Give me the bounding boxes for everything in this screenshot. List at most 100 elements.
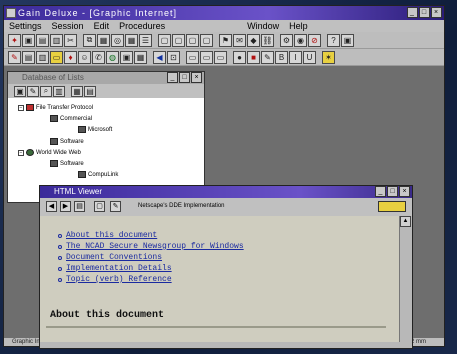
tag-icon[interactable]: ◆ — [247, 33, 260, 47]
window-1-icon[interactable]: ▭ — [186, 50, 199, 64]
menu-settings[interactable]: Settings — [4, 20, 47, 32]
gray-tool-1-icon[interactable]: ▢ — [158, 33, 171, 47]
menu-window[interactable]: Window — [242, 20, 284, 32]
gopher-icon[interactable]: ◍ — [106, 50, 119, 64]
tree-close-button[interactable]: × — [191, 72, 202, 83]
link-reference[interactable]: Topic (verb) Reference — [58, 274, 244, 285]
mail-icon[interactable]: ✉ — [233, 33, 246, 47]
copy-icon[interactable]: ⧉ — [83, 33, 96, 47]
grid-icon[interactable]: ▦ — [134, 50, 147, 64]
link-text[interactable]: Implementation Details — [66, 264, 172, 273]
viewer-maximize-button[interactable]: □ — [387, 186, 398, 197]
scroll-up-icon[interactable]: ▲ — [400, 216, 411, 227]
tree-node-software-ftp[interactable]: Software — [50, 138, 84, 145]
underline-icon[interactable]: U — [303, 50, 316, 64]
forward-icon[interactable]: ▶ — [60, 201, 71, 212]
menu-session[interactable]: Session — [47, 20, 89, 32]
bold-icon[interactable]: B — [275, 50, 288, 64]
maximize-button[interactable]: □ — [419, 7, 430, 18]
document-icon[interactable]: ▥ — [36, 50, 49, 64]
tree-minimize-button[interactable]: _ — [167, 72, 178, 83]
window-2-icon[interactable]: ▭ — [200, 50, 213, 64]
save-icon[interactable]: ▤ — [36, 33, 49, 47]
link-text[interactable]: The NCAD Secure Newsgroup for Windows — [66, 242, 244, 251]
menu-edit[interactable]: Edit — [89, 20, 115, 32]
connect-icon[interactable]: ✦ — [8, 33, 21, 47]
globe-icon[interactable]: ◉ — [294, 33, 307, 47]
vertical-scrollbar[interactable]: ▲ — [399, 216, 412, 342]
close-button[interactable]: × — [431, 7, 442, 18]
gear-icon[interactable]: ⚙ — [280, 33, 293, 47]
gray-tool-4-icon[interactable]: ▢ — [200, 33, 213, 47]
gray-tool-2-icon[interactable]: ▢ — [172, 33, 185, 47]
open-icon[interactable]: ▣ — [22, 33, 35, 47]
folder-icon[interactable]: ▭ — [50, 50, 63, 64]
edit-icon[interactable]: ✎ — [110, 201, 121, 212]
news-icon[interactable]: ▤ — [22, 50, 35, 64]
collapse-icon[interactable]: − — [18, 104, 24, 111]
stop-icon[interactable]: ⊘ — [308, 33, 321, 47]
tree-node-software-www[interactable]: Software — [50, 160, 84, 167]
bookmark-icon[interactable]: ♦ — [64, 50, 77, 64]
minimize-button[interactable]: _ — [407, 7, 418, 18]
tree-maximize-button[interactable]: □ — [179, 72, 190, 83]
capture-icon[interactable]: ⊡ — [167, 50, 180, 64]
tree-node-label: File Transfer Protocol — [36, 104, 94, 111]
back-arrow-icon[interactable]: ◀ — [153, 50, 166, 64]
viewer-minimize-button[interactable]: _ — [375, 186, 386, 197]
tree-edit-icon[interactable]: ✎ — [27, 85, 39, 97]
tree-expand-icon[interactable]: ▦ — [71, 85, 83, 97]
tree-new-icon[interactable]: ▣ — [14, 85, 26, 97]
italic-icon[interactable]: I — [289, 50, 302, 64]
highlight-button[interactable] — [378, 201, 406, 212]
tree-node-compulink[interactable]: CompuLink — [78, 171, 118, 178]
chat-icon[interactable]: ✆ — [92, 50, 105, 64]
menu-procedures[interactable]: Procedures — [114, 20, 170, 32]
user-icon[interactable]: ☺ — [78, 50, 91, 64]
record-icon[interactable]: ● — [233, 50, 246, 64]
tree-collapse-icon[interactable]: ▤ — [84, 85, 96, 97]
print-icon[interactable]: ▥ — [50, 33, 63, 47]
menu-help[interactable]: Help — [284, 20, 313, 32]
table-icon[interactable]: ▦ — [125, 33, 138, 47]
paste-icon[interactable]: ▦ — [97, 33, 110, 47]
dde-label: Netscape's DDE Implementation — [138, 203, 225, 209]
list-icon[interactable]: ☰ — [139, 33, 152, 47]
flag-icon[interactable]: ⚑ — [219, 33, 232, 47]
ftp-node-icon — [26, 104, 34, 111]
tree-node-label: Software — [60, 160, 84, 167]
context-help-icon[interactable]: ▣ — [341, 33, 354, 47]
link-text[interactable]: About this document — [66, 231, 157, 240]
viewer-close-button[interactable]: × — [399, 186, 410, 197]
link-newsgroup[interactable]: The NCAD Secure Newsgroup for Windows — [58, 241, 244, 252]
help-icon[interactable]: ? — [327, 33, 340, 47]
mark-icon[interactable]: ■ — [247, 50, 260, 64]
link-text[interactable]: Document Conventions — [66, 253, 162, 262]
tree-search-icon[interactable]: ⌕ — [40, 85, 52, 97]
telnet-icon[interactable]: ▣ — [120, 50, 133, 64]
ftp-icon[interactable]: ✎ — [8, 50, 21, 64]
tree-node-microsoft[interactable]: Microsoft — [78, 126, 112, 133]
tree-node-commercial[interactable]: Commercial — [50, 115, 92, 122]
tree-node-label: Microsoft — [88, 126, 113, 133]
window-3-icon[interactable]: ▭ — [214, 50, 227, 64]
page-icon[interactable]: ▢ — [94, 201, 105, 212]
pen-icon[interactable]: ✎ — [261, 50, 274, 64]
tree-delete-icon[interactable]: ▥ — [53, 85, 65, 97]
link-about[interactable]: About this document — [58, 230, 244, 241]
tree-node-ftp[interactable]: − File Transfer Protocol — [18, 104, 93, 111]
gray-tool-3-icon[interactable]: ▢ — [186, 33, 199, 47]
cut-icon[interactable]: ✂ — [64, 33, 77, 47]
reload-icon[interactable]: ▤ — [74, 201, 85, 212]
sparkle-icon[interactable]: ✶ — [322, 50, 335, 64]
link-text[interactable]: Topic (verb) Reference — [66, 275, 172, 284]
find-icon[interactable]: ◎ — [111, 33, 124, 47]
app-icon[interactable] — [6, 8, 16, 18]
horizontal-scrollbar[interactable] — [40, 342, 412, 348]
link-implementation[interactable]: Implementation Details — [58, 263, 244, 274]
tree-node-www[interactable]: − World Wide Web — [18, 149, 81, 156]
link-icon[interactable]: ⛓ — [261, 33, 274, 47]
collapse-icon[interactable]: − — [18, 149, 24, 156]
back-icon[interactable]: ◀ — [46, 201, 57, 212]
link-conventions[interactable]: Document Conventions — [58, 252, 244, 263]
